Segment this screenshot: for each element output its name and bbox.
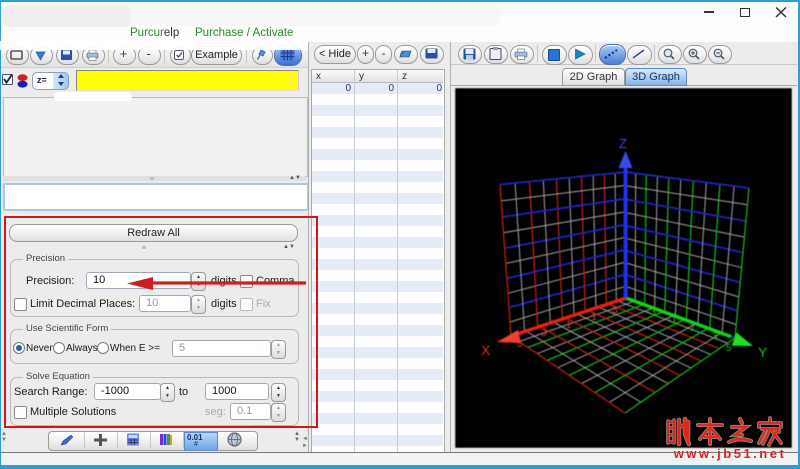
svg-text:3: 3 <box>712 331 718 342</box>
svg-text:1: 1 <box>690 323 696 334</box>
svg-text:Z: Z <box>619 136 627 151</box>
svg-text:-3: -3 <box>617 269 625 278</box>
svg-text:Y: Y <box>758 344 768 360</box>
svg-text:3: 3 <box>541 328 547 339</box>
svg-text:X: X <box>481 342 491 358</box>
svg-text:1: 1 <box>617 218 622 227</box>
svg-text:-3: -3 <box>647 307 656 318</box>
svg-text:www.jb51.net: www.jb51.net <box>673 446 787 461</box>
svg-text:5: 5 <box>517 339 523 350</box>
svg-text:-1: -1 <box>617 244 625 253</box>
svg-text:5: 5 <box>617 168 622 177</box>
svg-text:3: 3 <box>617 193 622 202</box>
svg-text:-1: -1 <box>588 312 597 323</box>
svg-text:1: 1 <box>566 320 572 331</box>
svg-text:-3: -3 <box>609 305 618 316</box>
svg-text:-1: -1 <box>668 315 677 326</box>
svg-text:5: 5 <box>726 343 732 354</box>
